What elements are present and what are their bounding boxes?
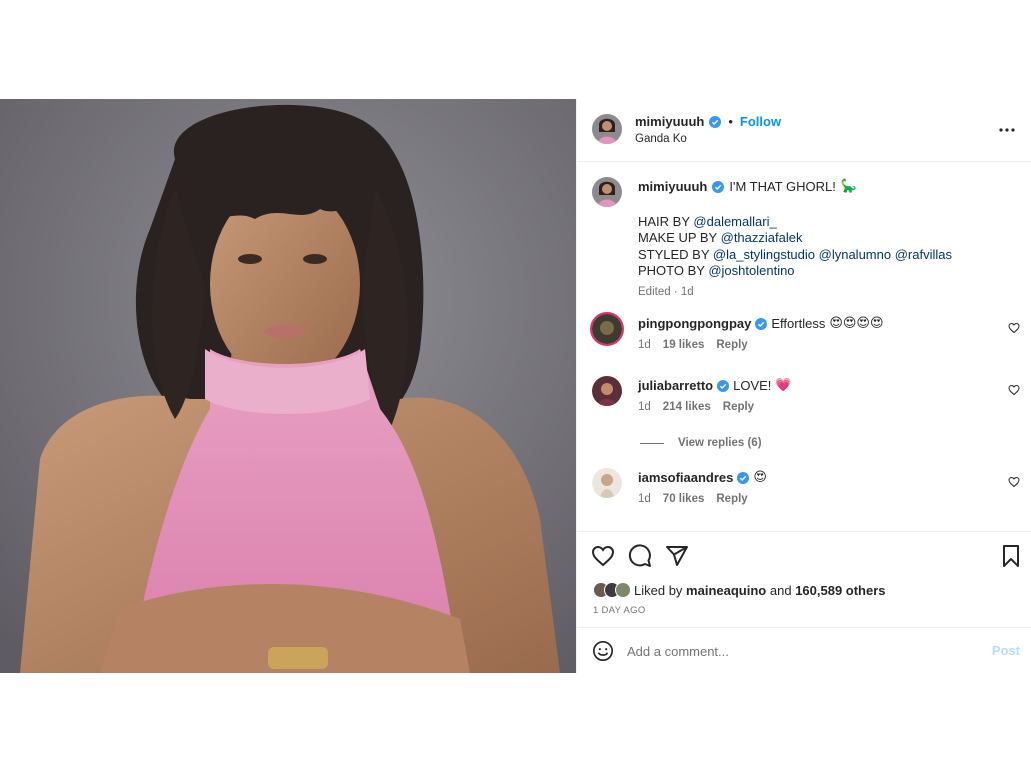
- commenter-username[interactable]: juliabarretto: [638, 378, 713, 393]
- commenter-username[interactable]: pingpongpongpay: [638, 316, 751, 331]
- caption-meta: Edited · 1d: [638, 285, 694, 298]
- credit-line-photo: PHOTO BY @joshtolentino: [638, 263, 795, 278]
- heart-eyes-emoji-icon: 😍: [753, 470, 767, 485]
- verified-badge-icon: [755, 317, 768, 330]
- comment-icon[interactable]: [628, 544, 652, 568]
- comment-likes[interactable]: 70 likes: [663, 493, 705, 505]
- credit-line-makeup: MAKE UP BY @thazziafalek: [638, 230, 803, 245]
- separator-dot: •: [728, 114, 733, 129]
- view-replies-button[interactable]: View replies (6): [640, 437, 762, 449]
- post-timestamp[interactable]: 1 DAY AGO: [593, 605, 646, 616]
- add-comment-bar: Post: [577, 627, 1031, 673]
- liked-by-row[interactable]: Liked by maineaquino and 160,589 others: [593, 582, 886, 598]
- liker-avatars: [593, 582, 631, 598]
- author-username[interactable]: mimiyuuuh: [635, 114, 704, 129]
- post-comment-button[interactable]: Post: [992, 643, 1020, 658]
- share-icon[interactable]: [665, 544, 689, 568]
- dinosaur-emoji-icon: 🦕: [840, 179, 858, 194]
- comment-item: iamsofiaandres 😍 1d 70 likes Reply: [592, 468, 1022, 512]
- comment-likes[interactable]: 19 likes: [663, 339, 705, 351]
- post-location[interactable]: Ganda Ko: [635, 133, 687, 145]
- mention-link[interactable]: @lynalumno: [819, 247, 891, 262]
- comment-time[interactable]: 1d: [638, 493, 651, 505]
- comment-meta: 1d 19 likes Reply: [638, 339, 748, 351]
- bookmark-icon[interactable]: [999, 544, 1023, 568]
- comment-text: Effortless: [771, 316, 826, 331]
- instagram-post: mimiyuuuh • Follow Ganda Ko mimiyuuuh I'…: [0, 99, 1031, 673]
- follow-button[interactable]: Follow: [740, 114, 781, 129]
- comment-time[interactable]: 1d: [638, 401, 651, 413]
- replies-divider-line: [640, 442, 664, 444]
- heart-icon[interactable]: [591, 544, 615, 568]
- more-options-icon[interactable]: [998, 121, 1016, 139]
- reply-button[interactable]: Reply: [723, 401, 754, 413]
- reply-button[interactable]: Reply: [716, 493, 747, 505]
- post-header: mimiyuuuh • Follow Ganda Ko: [577, 99, 1031, 162]
- comment-time[interactable]: 1d: [638, 339, 651, 351]
- caption-username[interactable]: mimiyuuuh: [638, 179, 707, 196]
- caption-avatar[interactable]: [592, 177, 622, 207]
- likes-count[interactable]: 160,589 others: [795, 583, 885, 598]
- pink-heart-emoji-icon: 💗: [775, 378, 792, 393]
- liked-by-and: and: [769, 582, 792, 598]
- comment-item: juliabarretto LOVE! 💗 1d 214 likes Reply: [592, 376, 1022, 420]
- verified-badge-icon: [717, 379, 730, 392]
- liked-by-prefix: Liked by: [634, 582, 683, 598]
- like-comment-heart-icon[interactable]: [1008, 384, 1020, 396]
- verified-badge-icon: [709, 115, 722, 128]
- comment-item: pingpongpongpay Effortless 😍😍😍😍 1d 19 li…: [590, 312, 1022, 358]
- commenter-avatar[interactable]: [592, 376, 622, 406]
- credit-line-hair: HAIR BY @dalemallari_: [638, 213, 777, 229]
- author-avatar[interactable]: [592, 114, 622, 144]
- commenter-avatar[interactable]: [590, 312, 624, 346]
- comment-text-row: pingpongpongpay Effortless 😍😍😍😍: [638, 316, 884, 331]
- caption-headline-row: mimiyuuuh I'M THAT GHORL! 🦕: [638, 179, 1008, 196]
- mention-link[interactable]: @dalemallari_: [693, 214, 776, 229]
- commenter-username[interactable]: iamsofiaandres: [638, 470, 733, 485]
- caption-credits: HAIR BY @dalemallari_ MAKE UP BY @thazzi…: [638, 214, 1008, 280]
- comment-input[interactable]: [627, 639, 967, 663]
- view-replies-label: View replies (6): [678, 437, 762, 449]
- post-actions: Liked by maineaquino and 160,589 others …: [577, 531, 1031, 626]
- verified-badge-icon: [712, 181, 725, 194]
- comment-meta: 1d 214 likes Reply: [638, 401, 754, 413]
- mention-link[interactable]: @la_stylingstudio: [713, 247, 815, 262]
- commenter-avatar[interactable]: [592, 468, 622, 498]
- like-comment-heart-icon[interactable]: [1008, 476, 1020, 488]
- comment-text: LOVE!: [733, 378, 772, 393]
- mention-link[interactable]: @joshtolentino: [708, 263, 794, 278]
- post-photo[interactable]: [0, 99, 576, 673]
- heart-eyes-emoji-icon: 😍😍😍😍: [829, 316, 884, 331]
- comment-text-row: iamsofiaandres 😍: [638, 470, 767, 485]
- comments-section[interactable]: mimiyuuuh I'M THAT GHORL! 🦕 HAIR BY @dal…: [577, 163, 1031, 531]
- mention-link[interactable]: @thazziafalek: [721, 230, 803, 245]
- liker-avatar: [615, 582, 631, 598]
- verified-badge-icon: [737, 471, 750, 484]
- caption-body: mimiyuuuh I'M THAT GHORL! 🦕 HAIR BY @dal…: [638, 179, 1008, 300]
- emoji-picker-icon[interactable]: [592, 640, 614, 662]
- comment-text-row: juliabarretto LOVE! 💗: [638, 378, 792, 393]
- reply-button[interactable]: Reply: [716, 339, 747, 351]
- liker-username[interactable]: maineaquino: [686, 583, 766, 598]
- author-line: mimiyuuuh • Follow: [635, 114, 781, 129]
- credit-line-styled: STYLED BY @la_stylingstudio @lynalumno @…: [638, 246, 952, 262]
- mention-link[interactable]: @rafvillas: [895, 247, 952, 262]
- comment-meta: 1d 70 likes Reply: [638, 493, 748, 505]
- comment-likes[interactable]: 214 likes: [663, 401, 711, 413]
- like-comment-heart-icon[interactable]: [1008, 322, 1020, 334]
- portrait-illustration: [0, 99, 576, 673]
- caption-headline: I'M THAT GHORL!: [729, 179, 836, 194]
- post-panel: mimiyuuuh • Follow Ganda Ko mimiyuuuh I'…: [576, 99, 1031, 673]
